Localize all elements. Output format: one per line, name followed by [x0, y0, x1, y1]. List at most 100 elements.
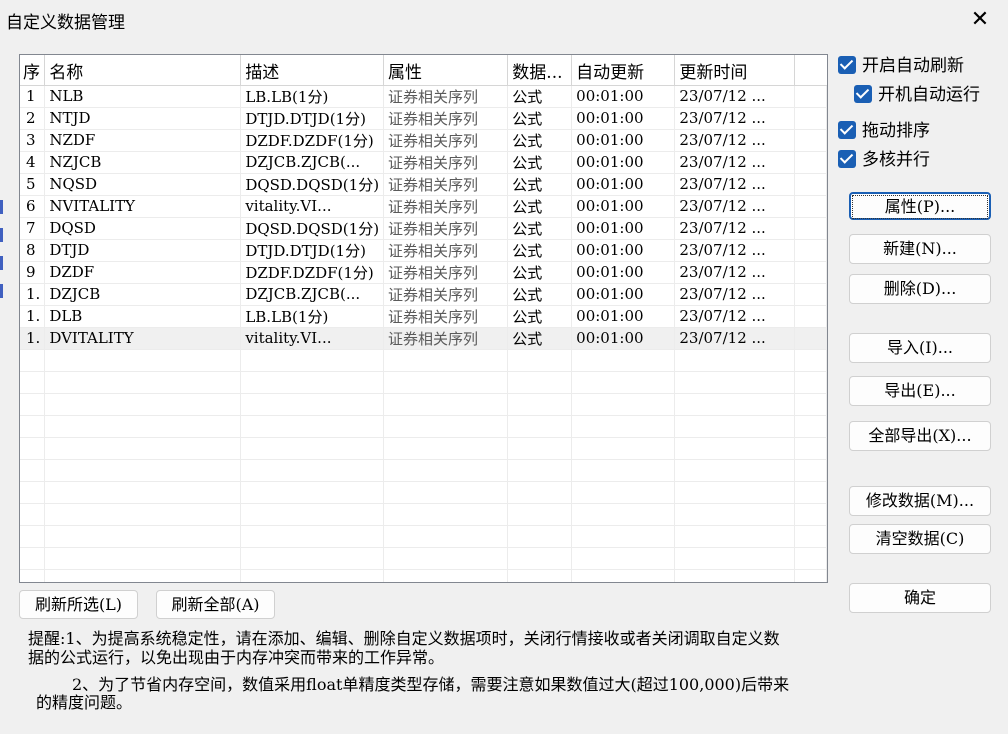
empty-cell: [20, 393, 46, 416]
empty-cell: [383, 437, 509, 460]
export-button[interactable]: 导出(E)...: [849, 376, 991, 406]
auto-refresh-checkbox[interactable]: 开启自动刷新: [838, 55, 964, 77]
cell-name: NVITALITY: [44, 195, 242, 218]
cell-name: NTJD: [44, 107, 242, 130]
column-header-name[interactable]: 名称: [44, 55, 242, 86]
empty-cell: [674, 437, 795, 460]
cell-name: NQSD: [44, 173, 242, 196]
column-header-attribute[interactable]: 属性: [383, 55, 509, 86]
column-header-description[interactable]: 描述: [240, 55, 385, 86]
empty-cell: [674, 393, 795, 416]
table-row[interactable]: 8 DTJD DTJD.DTJD(1分) 证券相关序列 公式 00:01:00 23/07/…: [20, 239, 827, 262]
cell-index: 1.: [20, 283, 46, 306]
empty-cell: [674, 569, 795, 582]
column-header-auto-update[interactable]: 自动更新: [571, 55, 676, 86]
empty-cell: [674, 503, 795, 526]
cell-attribute: 证券相关序列: [383, 195, 509, 218]
cell-filler: [794, 151, 827, 174]
table-header: 序 名称 描述 属性 数据... 自动更新 更新时间: [20, 55, 827, 86]
cell-update-time: 23/07/12 ...: [674, 129, 795, 152]
properties-button[interactable]: 属性(P)...: [849, 192, 991, 220]
empty-cell: [44, 371, 242, 394]
cell-attribute: 证券相关序列: [383, 239, 509, 262]
table-row[interactable]: 1. DZJCB DZJCB.ZJCB(... 证券相关序列 公式 00:01:00 23/…: [20, 283, 827, 306]
properties-button-label: 属性(P)...: [852, 195, 988, 219]
empty-cell: [674, 459, 795, 482]
cell-name: DZDF: [44, 261, 242, 284]
empty-cell: [794, 547, 827, 570]
cell-update-time: 23/07/12 ...: [674, 151, 795, 174]
table-row[interactable]: 1 NLB LB.LB(1分) 证券相关序列 公式 00:01:00 23/07/12 ..…: [20, 85, 827, 108]
empty-cell: [20, 415, 46, 438]
import-button[interactable]: 导入(I)...: [849, 333, 991, 363]
window-title: 自定义数据管理: [6, 13, 125, 33]
table-row[interactable]: 1. DLB LB.LB(1分) 证券相关序列 公式 00:01:00 23/07/12 .…: [20, 305, 827, 328]
empty-cell: [571, 459, 676, 482]
cell-description: DZJCB.ZJCB(...: [240, 151, 385, 174]
empty-cell: [674, 481, 795, 504]
cell-data-type: 公式: [507, 305, 573, 328]
cell-update-time: 23/07/12 ...: [674, 85, 795, 108]
cell-index: 9: [20, 261, 46, 284]
empty-cell: [44, 547, 242, 570]
empty-cell: [507, 547, 573, 570]
drag-sort-checkbox[interactable]: 拖动排序: [838, 120, 930, 142]
new-button[interactable]: 新建(N)...: [849, 234, 991, 264]
empty-cell: [507, 393, 573, 416]
cell-attribute: 证券相关序列: [383, 85, 509, 108]
modify-data-button[interactable]: 修改数据(M)...: [849, 486, 991, 516]
table-row[interactable]: 2 NTJD DTJD.DTJD(1分) 证券相关序列 公式 00:01:00 23/07/…: [20, 107, 827, 130]
cell-filler: [794, 327, 827, 350]
column-header-data[interactable]: 数据...: [507, 55, 573, 86]
empty-cell: [383, 393, 509, 416]
empty-cell: [794, 481, 827, 504]
empty-cell: [44, 393, 242, 416]
title-bar: 自定义数据管理 ✕: [0, 0, 1008, 40]
empty-cell: [383, 371, 509, 394]
empty-cell: [507, 415, 573, 438]
cell-description: DZDF.DZDF(1分): [240, 261, 385, 284]
cell-name: NZJCB: [44, 151, 242, 174]
export-all-button[interactable]: 全部导出(X)...: [849, 421, 991, 451]
cell-update-time: 23/07/12 ...: [674, 107, 795, 130]
cell-index: 8: [20, 239, 46, 262]
table-row[interactable]: 7 DQSD DQSD.DQSD(1分) 证券相关序列 公式 00:01:00 23/07/…: [20, 217, 827, 240]
table-row[interactable]: 9 DZDF DZDF.DZDF(1分) 证券相关序列 公式 00:01:00 23/07/…: [20, 261, 827, 284]
data-table[interactable]: 序 名称 描述 属性 数据... 自动更新 更新时间 1 NLB LB.LB(1分)…: [19, 54, 828, 583]
left-edge-decoration: [0, 200, 3, 320]
cell-update-time: 23/07/12 ...: [674, 195, 795, 218]
cell-index: 4: [20, 151, 46, 174]
refresh-selected-button[interactable]: 刷新所选(L): [19, 590, 138, 619]
delete-button[interactable]: 删除(D)...: [849, 274, 991, 304]
ok-button[interactable]: 确定: [849, 583, 991, 613]
clear-data-button[interactable]: 清空数据(C): [849, 524, 991, 554]
column-header-filler: [794, 55, 827, 86]
empty-cell: [507, 503, 573, 526]
cell-filler: [794, 305, 827, 328]
empty-row: [20, 459, 827, 482]
cell-filler: [794, 261, 827, 284]
empty-cell: [44, 525, 242, 548]
refresh-all-button[interactable]: 刷新全部(A): [156, 590, 275, 619]
empty-cell: [507, 459, 573, 482]
cell-data-type: 公式: [507, 85, 573, 108]
column-header-update-time[interactable]: 更新时间: [674, 55, 795, 86]
multicore-checkbox[interactable]: 多核并行: [838, 149, 930, 171]
table-row[interactable]: 5 NQSD DQSD.DQSD(1分) 证券相关序列 公式 00:01:00 23/07/…: [20, 173, 827, 196]
note-line-2: 据的公式运行，以免出现由于内存冲突而带来的工作异常。: [28, 648, 445, 667]
table-row[interactable]: 4 NZJCB DZJCB.ZJCB(... 证券相关序列 公式 00:01:00 23/0…: [20, 151, 827, 174]
table-row[interactable]: 3 NZDF DZDF.DZDF(1分) 证券相关序列 公式 00:01:00 23/07/…: [20, 129, 827, 152]
table-row[interactable]: 6 NVITALITY vitality.VI... 证券相关序列 公式 00:01:00…: [20, 195, 827, 218]
cell-data-type: 公式: [507, 327, 573, 350]
cell-data-type: 公式: [507, 107, 573, 130]
cell-attribute: 证券相关序列: [383, 217, 509, 240]
startup-auto-run-checkbox[interactable]: 开机自动运行: [854, 84, 980, 106]
column-header-index[interactable]: 序: [20, 55, 46, 86]
close-icon[interactable]: ✕: [966, 6, 994, 34]
empty-row: [20, 547, 827, 570]
empty-cell: [20, 569, 46, 582]
empty-cell: [240, 371, 385, 394]
empty-cell: [383, 481, 509, 504]
empty-cell: [44, 459, 242, 482]
table-row[interactable]: 1. DVITALITY vitality.VI... 证券相关序列 公式 00:01:0…: [20, 327, 827, 350]
